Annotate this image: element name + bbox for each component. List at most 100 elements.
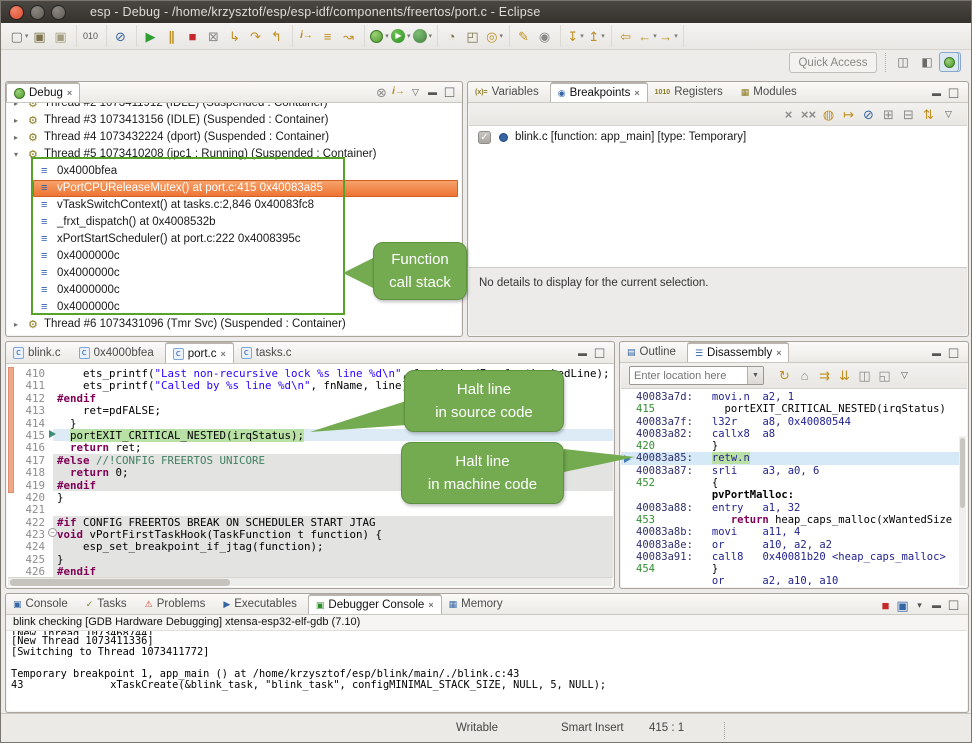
disassembly-row[interactable]: 40083a8e: or a10, a2, a2: [621, 539, 959, 551]
external-tools-icon[interactable]: ◎ ▾: [485, 26, 504, 46]
display-selected-console-icon[interactable]: ▣: [894, 596, 911, 614]
close-icon[interactable]: ×: [428, 600, 433, 610]
Breakpoints[interactable]: ◉ Breakpoints ×: [550, 82, 648, 102]
disassembly-body[interactable]: 40083a7d: movi.n a2, 1415 portEXIT_CRITI…: [621, 389, 967, 587]
terminate-icon[interactable]: ■: [877, 596, 894, 614]
Debugger Console[interactable]: ▣ Debugger Console ×: [308, 594, 442, 614]
minimize-icon[interactable]: ▬: [928, 84, 945, 102]
tree-twisty-icon[interactable]: ▸: [14, 320, 18, 329]
save-all-icon[interactable]: ▣: [52, 26, 71, 46]
fold-marker-icon[interactable]: −: [48, 528, 57, 537]
minimize-icon[interactable]: ▬: [424, 83, 441, 101]
debug-icon[interactable]: ▾: [370, 26, 389, 46]
debug-tree-row[interactable]: ▸ ⚙ Thread #6 1073431096 (Tmr Svc) (Susp…: [7, 316, 461, 333]
maximize-icon[interactable]: ☐: [945, 84, 962, 102]
terminate-icon[interactable]: ■: [184, 26, 203, 46]
run-icon[interactable]: ▶ ▾: [391, 26, 411, 46]
scroll-thumb[interactable]: [960, 438, 965, 508]
open-perspective-icon[interactable]: ◫: [893, 52, 913, 72]
remove-all-terminated-icon[interactable]: ⊗: [373, 83, 390, 101]
disassembly-row[interactable]: 415 portEXIT_CRITICAL_NESTED(irqStatus): [621, 403, 959, 415]
code-line[interactable]: 424 esp_set_breakpoint_if_jtag(function)…: [7, 540, 613, 552]
location-combo[interactable]: ▼: [629, 366, 764, 385]
Modules[interactable]: ▦ Modules: [734, 82, 808, 102]
tree-twisty-icon[interactable]: ▾: [14, 150, 18, 159]
maximize-button[interactable]: [51, 5, 66, 20]
disassembly-row[interactable]: 40083a88: entry a1, 32: [621, 502, 959, 514]
use-step-filters-icon[interactable]: ↝: [340, 26, 359, 46]
view-menu-icon[interactable]: ▽: [896, 367, 913, 385]
breakpoint-checkbox[interactable]: ✓: [478, 131, 491, 144]
debug-perspective-icon[interactable]: [939, 52, 959, 72]
instruction-stepping-icon[interactable]: i→: [298, 26, 317, 46]
binary-icon[interactable]: 010: [82, 26, 101, 46]
disassembly-row[interactable]: 40083a91: call8 0x40081b20 <heap_caps_ma…: [621, 551, 959, 563]
close-icon[interactable]: ×: [67, 88, 72, 98]
pin-view-icon[interactable]: ◱: [876, 367, 893, 385]
link-editor-icon[interactable]: ◉: [536, 26, 555, 46]
show-supported-breakpoints-icon[interactable]: ◍: [820, 105, 837, 123]
view-menu-icon[interactable]: ▽: [407, 83, 424, 101]
disassembly-row[interactable]: 454 }: [621, 563, 959, 575]
new-icon[interactable]: ▢ ▾: [10, 26, 29, 46]
profile-icon[interactable]: · ▾: [413, 26, 433, 46]
maximize-icon[interactable]: ☐: [945, 596, 962, 614]
disasm-vscrollbar[interactable]: [959, 436, 966, 586]
track-expression-icon[interactable]: ⇊: [836, 367, 853, 385]
disassembly-row[interactable]: 420 }: [621, 440, 959, 452]
Executables[interactable]: ▶ Executables: [216, 594, 308, 614]
instruction-stepping-toggle-icon[interactable]: i→: [390, 83, 407, 101]
next-annotation-icon[interactable]: ↥ ▾: [587, 26, 606, 46]
code-line[interactable]: 423 void vPortFirstTaskHook(TaskFunction…: [7, 528, 613, 540]
debug-tree-row[interactable]: ▸ ⚙ Thread #3 1073413156 (IDLE) (Suspend…: [7, 112, 461, 129]
tree-twisty-icon[interactable]: ▸: [14, 103, 18, 108]
remove-all-breakpoints-icon[interactable]: ××: [800, 105, 817, 123]
disassembly-row[interactable]: 453 return heap_caps_malloc(xWantedSize: [621, 514, 959, 526]
code-line[interactable]: 425 }: [7, 553, 613, 565]
coverage-icon[interactable]: ◔: [443, 26, 462, 46]
console-dropdown-icon[interactable]: ▾: [911, 596, 928, 614]
Registers[interactable]: 1010 Registers: [648, 82, 734, 102]
maximize-icon[interactable]: ☐: [945, 344, 962, 362]
disassembly-row[interactable]: 40083a82: callx8 a8: [621, 428, 959, 440]
expand-all-icon[interactable]: ⊞: [880, 105, 897, 123]
Console[interactable]: ▣ Console: [6, 594, 79, 614]
quick-access-button[interactable]: Quick Access: [789, 52, 877, 73]
tab-debug[interactable]: Debug ×: [6, 82, 80, 102]
maximize-icon[interactable]: ☐: [591, 344, 608, 362]
suspend-icon[interactable]: ∥: [163, 26, 182, 46]
mark-occurrences-icon[interactable]: ✎: [515, 26, 534, 46]
disassembly-row[interactable]: 40083a87: srli a3, a0, 6: [621, 465, 959, 477]
close-icon[interactable]: ×: [776, 348, 781, 358]
Problems[interactable]: ⚠ Problems: [138, 594, 217, 614]
maximize-icon[interactable]: ☐: [441, 83, 458, 101]
step-into-icon[interactable]: ↳: [226, 26, 245, 46]
tree-twisty-icon[interactable]: ▸: [14, 133, 18, 142]
debug-tree-row[interactable]: ▸ ⚙ Thread #4 1073432224 (dport) (Suspen…: [7, 129, 461, 146]
code-line[interactable]: 421: [7, 503, 613, 515]
skip-all-breakpoints-icon[interactable]: ⊘: [860, 105, 877, 123]
cpp-perspective-icon[interactable]: ◧: [917, 52, 937, 72]
close-icon[interactable]: ×: [221, 349, 226, 359]
tasks.c[interactable]: c tasks.c: [234, 342, 303, 363]
Memory[interactable]: ▦ Memory: [442, 594, 514, 614]
disassembly-row[interactable]: or a2, a10, a10: [621, 575, 959, 585]
open-new-view-icon[interactable]: ◫: [856, 367, 873, 385]
last-edit-location-icon[interactable]: ↧ ▾: [566, 26, 585, 46]
disassembly-row[interactable]: 40083a85: retw.n: [621, 452, 959, 464]
disassembly-row[interactable]: 452 {: [621, 477, 959, 489]
minimize-button[interactable]: [30, 5, 45, 20]
breakpoint-row[interactable]: ✓ blink.c [function: app_main] [type: Te…: [469, 130, 967, 148]
minimize-icon[interactable]: ▬: [928, 344, 945, 362]
disassembly-row[interactable]: 40083a8b: movi a11, 4: [621, 526, 959, 538]
remove-breakpoint-icon[interactable]: ×: [780, 105, 797, 123]
skip-all-breakpoints-icon[interactable]: ⊘: [112, 26, 131, 46]
sync-with-active-context-icon[interactable]: ⇉: [816, 367, 833, 385]
console-output[interactable]: [New Thread 1073468744][New Thread 10734…: [7, 631, 967, 711]
editor-hscrollbar[interactable]: [8, 577, 612, 586]
collapse-all-icon[interactable]: ⊟: [900, 105, 917, 123]
back-icon[interactable]: ← ▾: [638, 26, 657, 46]
home-icon[interactable]: ⌂: [796, 367, 813, 385]
minimize-icon[interactable]: ▬: [928, 596, 945, 614]
Outline[interactable]: ▤ Outline: [620, 342, 687, 362]
